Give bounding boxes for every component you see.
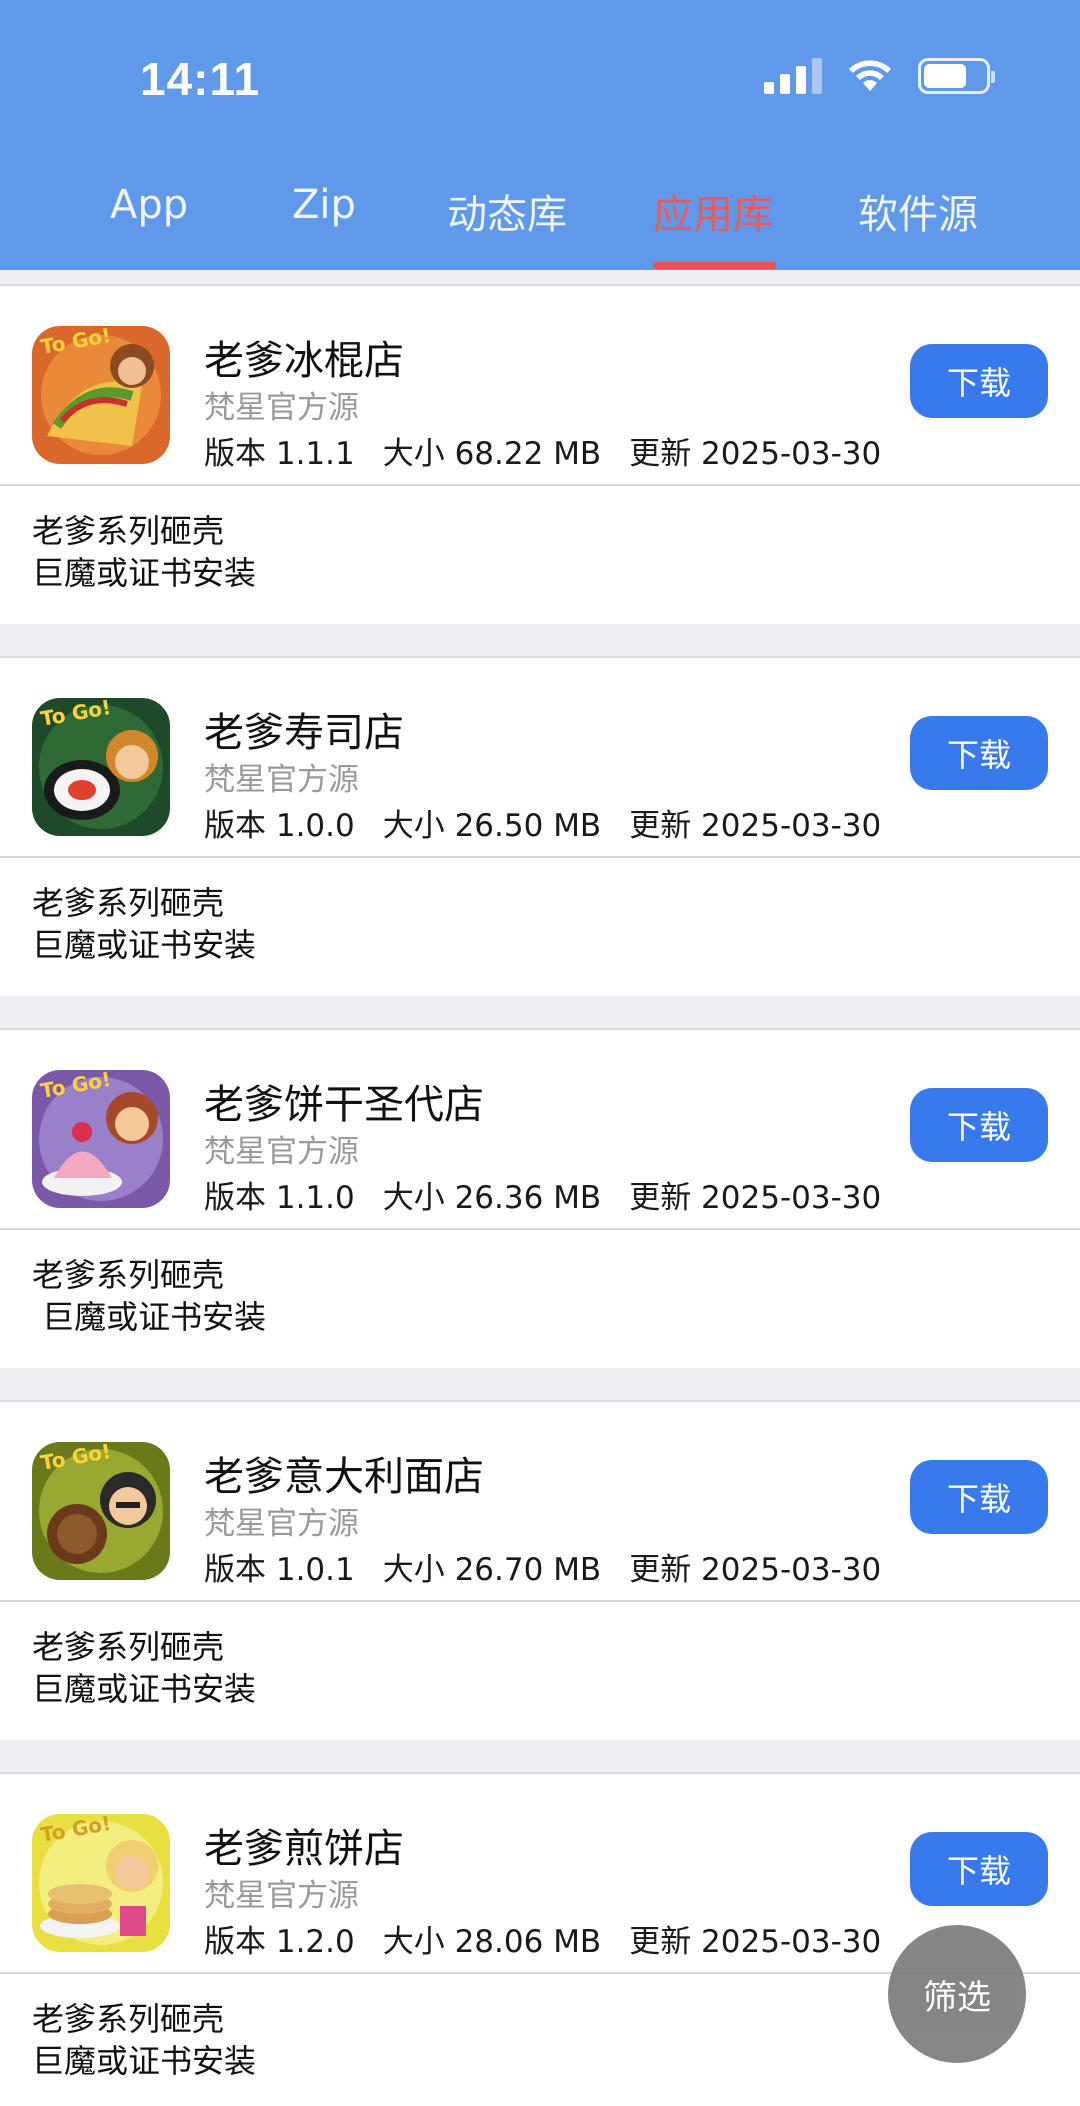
tab-software-source[interactable]: 软件源 [858,182,978,240]
app-size: 大小 26.70 MB [382,1552,602,1588]
app-updated: 更新 2025-03-30 [629,1180,882,1216]
pancake-game-icon: To Go! [32,1814,170,1952]
download-button[interactable]: 下载 [910,1460,1048,1534]
download-button[interactable]: 下载 [910,1088,1048,1162]
app-updated: 更新 2025-03-30 [629,1552,882,1588]
app-card: To Go! 老爹饼干圣代店 梵星官方源 版本 1.1.0 大小 26.36 M… [0,1028,1080,1368]
app-updated: 更新 2025-03-30 [629,808,882,844]
app-row[interactable]: To Go! 老爹意大利面店 梵星官方源 版本 1.0.1 大小 26.70 M… [0,1402,1080,1602]
app-card: To Go! 老爹冰棍店 梵星官方源 版本 1.1.1 大小 68.22 MB … [0,284,1080,624]
taco-game-icon: To Go! [32,326,170,464]
app-size: 大小 28.06 MB [382,1924,602,1960]
sundae-game-icon: To Go! [32,1070,170,1208]
tab-app[interactable]: App [110,182,188,228]
header: 14:11 App Zip 动态库 应用库 软件源 [0,0,1080,270]
app-card: To Go! 老爹意大利面店 梵星官方源 版本 1.0.1 大小 26.70 M… [0,1400,1080,1740]
divider [0,624,1080,656]
app-version: 版本 1.0.1 [204,1552,355,1588]
app-name: 老爹意大利面店 [204,1454,484,1500]
app-version: 版本 1.1.0 [204,1180,355,1216]
app-source: 梵星官方源 [204,762,359,798]
battery-icon [918,58,995,94]
status-time: 14:11 [140,53,261,105]
pasta-game-icon: To Go! [32,1442,170,1580]
status-icons [764,58,995,94]
tab-zip[interactable]: Zip [292,182,356,228]
app-name: 老爹饼干圣代店 [204,1082,484,1128]
app-list: To Go! 老爹冰棍店 梵星官方源 版本 1.1.1 大小 68.22 MB … [0,270,1080,2106]
app-size: 大小 68.22 MB [382,436,602,472]
app-size: 大小 26.36 MB [382,1180,602,1216]
active-tab-indicator [653,262,776,269]
app-row[interactable]: To Go! 老爹饼干圣代店 梵星官方源 版本 1.1.0 大小 26.36 M… [0,1030,1080,1230]
cellular-signal-icon [764,58,822,94]
app-version: 版本 1.2.0 [204,1924,355,1960]
app-meta: 版本 1.0.0 大小 26.50 MB 更新 2025-03-30 [204,800,881,845]
app-row[interactable]: To Go! 老爹寿司店 梵星官方源 版本 1.0.0 大小 26.50 MB … [0,658,1080,858]
app-updated: 更新 2025-03-30 [629,1924,882,1960]
app-updated: 更新 2025-03-30 [629,436,882,472]
app-meta: 版本 1.0.1 大小 26.70 MB 更新 2025-03-30 [204,1544,881,1589]
app-card: To Go! 老爹寿司店 梵星官方源 版本 1.0.0 大小 26.50 MB … [0,656,1080,996]
download-button[interactable]: 下载 [910,344,1048,418]
sushi-game-icon: To Go! [32,698,170,836]
app-description: 老爹系列砸壳 巨魔或证书安装 [32,884,257,964]
tab-bar: App Zip 动态库 应用库 软件源 [0,170,1080,270]
app-name: 老爹煎饼店 [204,1826,404,1872]
app-name: 老爹寿司店 [204,710,404,756]
divider [0,1740,1080,1772]
app-description: 老爹系列砸壳 巨魔或证书安装 [32,512,257,592]
tab-app-library[interactable]: 应用库 [653,182,773,240]
filter-button[interactable]: 筛选 [888,1925,1026,2063]
app-row[interactable]: To Go! 老爹冰棍店 梵星官方源 版本 1.1.1 大小 68.22 MB … [0,286,1080,486]
app-version: 版本 1.0.0 [204,808,355,844]
app-source: 梵星官方源 [204,1134,359,1170]
app-meta: 版本 1.1.0 大小 26.36 MB 更新 2025-03-30 [204,1172,881,1217]
divider [0,1368,1080,1400]
app-description: 老爹系列砸壳 巨魔或证书安装 [32,1256,267,1336]
wifi-icon [849,60,891,91]
app-size: 大小 26.50 MB [382,808,602,844]
app-source: 梵星官方源 [204,1878,359,1914]
app-source: 梵星官方源 [204,390,359,426]
app-meta: 版本 1.2.0 大小 28.06 MB 更新 2025-03-30 [204,1916,881,1961]
download-button[interactable]: 下载 [910,1832,1048,1906]
download-button[interactable]: 下载 [910,716,1048,790]
app-name: 老爹冰棍店 [204,338,404,384]
app-version: 版本 1.1.1 [204,436,355,472]
app-source: 梵星官方源 [204,1506,359,1542]
tab-dynamic-library[interactable]: 动态库 [447,182,567,240]
app-meta: 版本 1.1.1 大小 68.22 MB 更新 2025-03-30 [204,428,881,473]
app-description: 老爹系列砸壳 巨魔或证书安装 [32,1628,257,1708]
divider [0,996,1080,1028]
